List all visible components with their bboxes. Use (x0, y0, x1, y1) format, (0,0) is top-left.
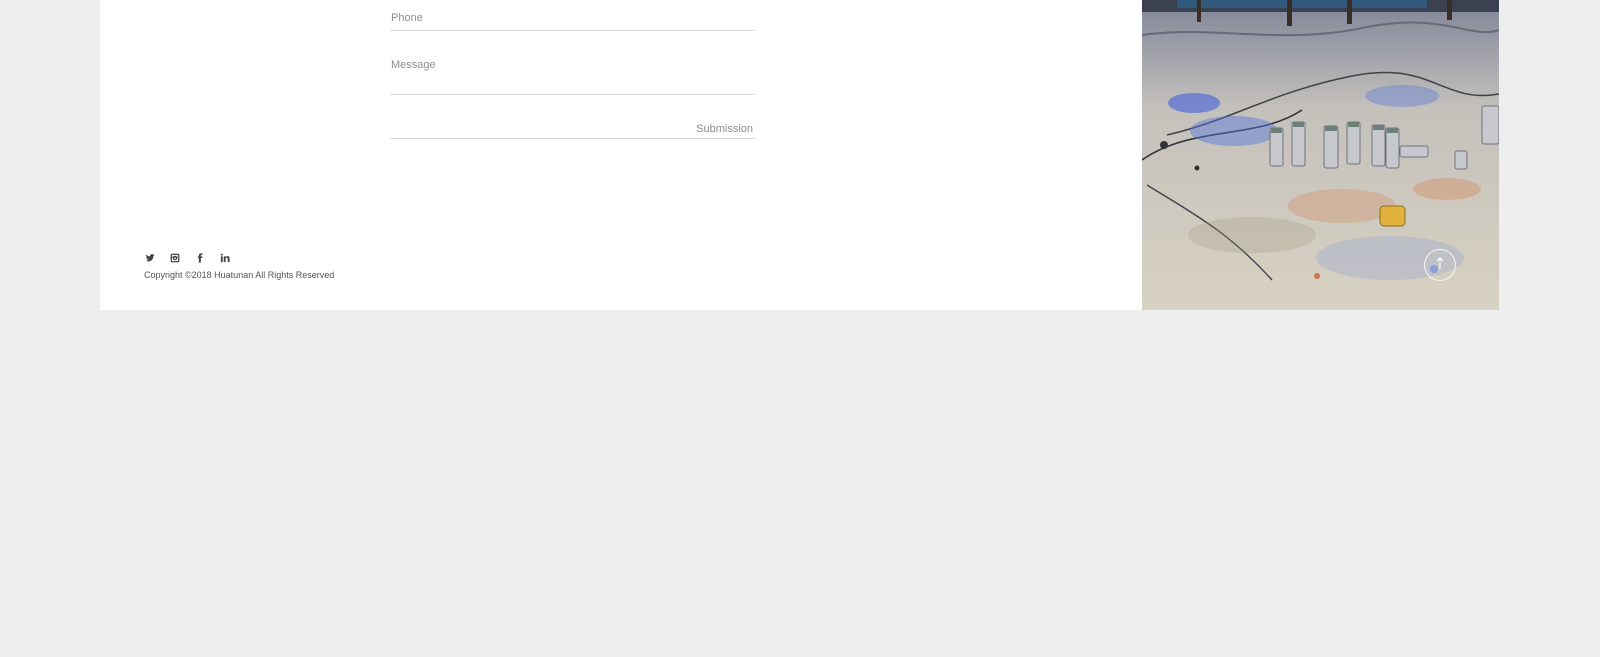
copyright-text: Copyright ©2018 Huatunan All Rights Rese… (144, 270, 335, 280)
phone-placeholder: Phone (391, 12, 423, 24)
submission-button[interactable]: Submission (696, 123, 753, 135)
message-placeholder: Message (391, 59, 436, 71)
social-links (144, 251, 244, 265)
phone-field[interactable]: Phone (390, 0, 755, 31)
twitter-icon[interactable] (144, 252, 156, 264)
message-field[interactable]: Message (390, 48, 755, 95)
page: Phone Message Submission Copyright ©2018… (0, 0, 1600, 657)
arrow-up-icon (1435, 256, 1445, 275)
instagram-icon[interactable] (169, 252, 181, 264)
linkedin-icon[interactable] (219, 252, 231, 264)
submit-row: Submission (390, 112, 755, 139)
contact-card: Phone Message Submission Copyright ©2018… (100, 0, 1142, 310)
facebook-icon[interactable] (194, 252, 206, 264)
back-to-top-button[interactable] (1424, 249, 1456, 281)
